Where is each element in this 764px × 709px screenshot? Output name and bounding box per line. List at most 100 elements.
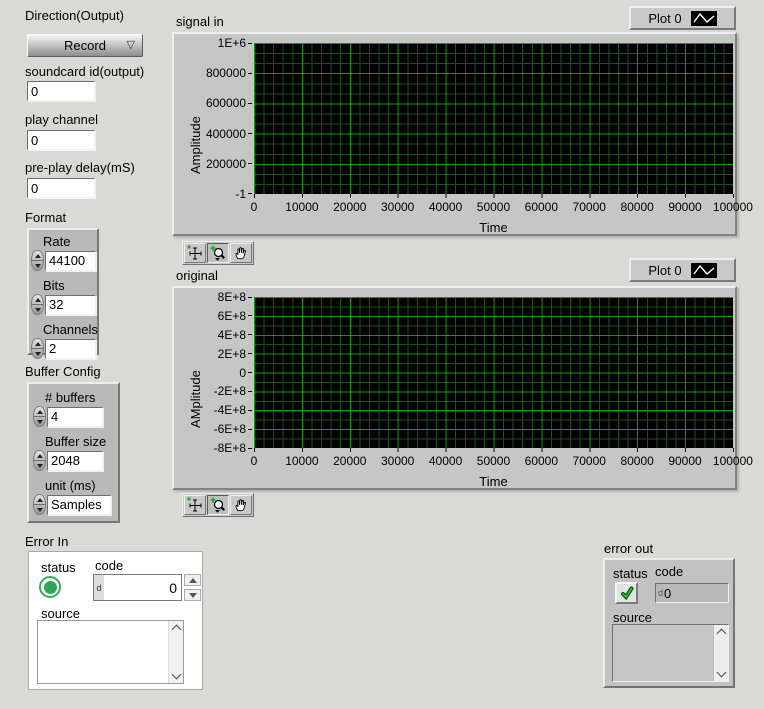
channels-increment-button[interactable]	[32, 339, 43, 349]
bits-input[interactable]	[45, 295, 96, 315]
error-out-status-label: status	[613, 566, 648, 581]
error-in-source-label: source	[41, 606, 80, 621]
unit-label: unit (ms)	[45, 478, 118, 493]
num-buffers-increment-button[interactable]	[34, 407, 45, 417]
error-in-code-value: 0	[104, 575, 181, 600]
play-channel-label: play channel	[25, 112, 98, 127]
pan-tool-icon[interactable]	[230, 243, 252, 263]
code-decrement-button[interactable]	[184, 589, 201, 601]
graph2-legend[interactable]: Plot 0	[629, 258, 736, 282]
buffer-size-decrement-button[interactable]	[34, 461, 45, 470]
play-channel-input[interactable]	[27, 130, 95, 150]
graph1-x-tick-marks	[254, 194, 734, 198]
graph1-x-axis-label: Time	[254, 220, 733, 235]
num-buffers-decrement-button[interactable]	[34, 417, 45, 426]
unit-increment-button[interactable]	[34, 495, 45, 505]
zoom-tool-icon[interactable]	[207, 495, 229, 515]
direction-dropdown[interactable]: Record ▽	[27, 34, 143, 57]
num-buffers-input[interactable]	[47, 407, 103, 427]
bits-label: Bits	[43, 278, 97, 293]
num-buffers-label: # buffers	[45, 390, 118, 405]
rate-input[interactable]	[45, 251, 96, 271]
buffer-size-input[interactable]	[47, 451, 103, 471]
triangle-down-icon	[35, 352, 41, 356]
rate-spinner[interactable]	[31, 250, 44, 271]
error-in-code-field[interactable]: d 0	[93, 574, 182, 601]
channels-decrement-button[interactable]	[32, 349, 43, 358]
triangle-up-icon	[35, 254, 41, 258]
error-out-source-scrollbar[interactable]	[713, 625, 728, 681]
error-out-source-textarea[interactable]	[612, 624, 729, 682]
graph1-legend[interactable]: Plot 0	[629, 6, 736, 30]
channels-spinner[interactable]	[31, 338, 44, 359]
scroll-up-icon[interactable]	[716, 629, 726, 639]
bits-spinner[interactable]	[31, 294, 44, 315]
triangle-down-icon	[189, 593, 197, 598]
graph1-plot-area[interactable]	[254, 43, 733, 194]
error-in-code-spinner[interactable]	[184, 574, 201, 601]
preplay-delay-input[interactable]	[27, 178, 95, 198]
error-in-title: Error In	[25, 534, 68, 549]
code-increment-button[interactable]	[184, 574, 201, 586]
channels-input[interactable]	[45, 339, 96, 359]
error-out-status-indicator[interactable]	[615, 582, 638, 604]
triangle-up-icon	[189, 578, 197, 583]
unit-decrement-button[interactable]	[34, 505, 45, 514]
error-out-code-field[interactable]: d 0	[655, 583, 729, 603]
error-out-source-label: source	[613, 610, 652, 625]
error-in-status-label: status	[41, 560, 76, 575]
triangle-down-icon	[37, 464, 43, 468]
rate-increment-button[interactable]	[32, 251, 43, 261]
triangle-down-icon	[37, 420, 43, 424]
graph2-y-tick-labels: 8E+86E+84E+82E+80-2E+8-4E+8-6E+8-8E+8	[174, 297, 252, 448]
bits-increment-button[interactable]	[32, 295, 43, 305]
format-panel: Rate Bits Channels	[27, 228, 99, 355]
check-icon	[619, 585, 635, 601]
error-in-source-textarea[interactable]	[37, 620, 184, 684]
direction-label: Direction(Output)	[25, 8, 124, 23]
triangle-down-icon	[35, 308, 41, 312]
unit-input[interactable]	[47, 495, 111, 515]
triangle-up-icon	[35, 298, 41, 302]
graph2-container: AMplitude 8E+86E+84E+82E+80-2E+8-4E+8-6E…	[172, 286, 737, 490]
bits-decrement-button[interactable]	[32, 305, 43, 314]
scroll-up-icon[interactable]	[171, 625, 181, 635]
scroll-down-icon[interactable]	[171, 670, 181, 680]
preplay-delay-label: pre-play delay(mS)	[25, 160, 135, 175]
unit-spinner[interactable]	[33, 494, 46, 515]
radix-indicator[interactable]: d	[94, 575, 104, 600]
direction-value: Record	[64, 38, 106, 53]
cursor-tool-icon[interactable]	[184, 495, 206, 515]
scroll-down-icon[interactable]	[716, 668, 726, 678]
zoom-tool-icon[interactable]	[207, 243, 229, 263]
soundcard-id-input[interactable]	[27, 81, 95, 101]
error-out-title: error out	[604, 541, 653, 556]
graph2-plot-area[interactable]	[254, 297, 733, 448]
plot-line-sample-icon	[691, 11, 717, 26]
error-in-source-scrollbar[interactable]	[168, 621, 183, 683]
cursor-tool-icon[interactable]	[184, 243, 206, 263]
soundcard-id-label: soundcard id(output)	[25, 64, 144, 79]
graph2-x-tick-labels: 0100002000030000400005000060000700008000…	[254, 454, 733, 468]
graph1-x-tick-labels: 0100002000030000400005000060000700008000…	[254, 200, 733, 214]
buffer-config-panel: # buffers Buffer size unit (ms)	[27, 382, 120, 523]
graph1-tool-palette	[182, 241, 254, 265]
buffer-size-label: Buffer size	[45, 434, 118, 449]
graph2-x-tick-marks	[254, 448, 734, 452]
pan-tool-icon[interactable]	[230, 495, 252, 515]
rate-decrement-button[interactable]	[32, 261, 43, 270]
led-green-icon	[44, 581, 57, 594]
error-in-status-led[interactable]	[39, 576, 61, 598]
graph2-legend-label: Plot 0	[648, 263, 681, 278]
error-out-panel: status code d 0 source	[603, 558, 735, 688]
triangle-up-icon	[35, 342, 41, 346]
radix-indicator: d	[658, 588, 663, 598]
buffer-size-spinner[interactable]	[33, 450, 46, 471]
labview-front-panel: Direction(Output) Record ▽ soundcard id(…	[0, 0, 764, 709]
format-title: Format	[25, 210, 66, 225]
buffer-size-increment-button[interactable]	[34, 451, 45, 461]
chevron-down-icon: ▽	[127, 38, 135, 51]
num-buffers-spinner[interactable]	[33, 406, 46, 427]
triangle-up-icon	[37, 454, 43, 458]
graph1-y-tick-labels: 1E+6800000600000400000200000-1	[174, 43, 252, 194]
